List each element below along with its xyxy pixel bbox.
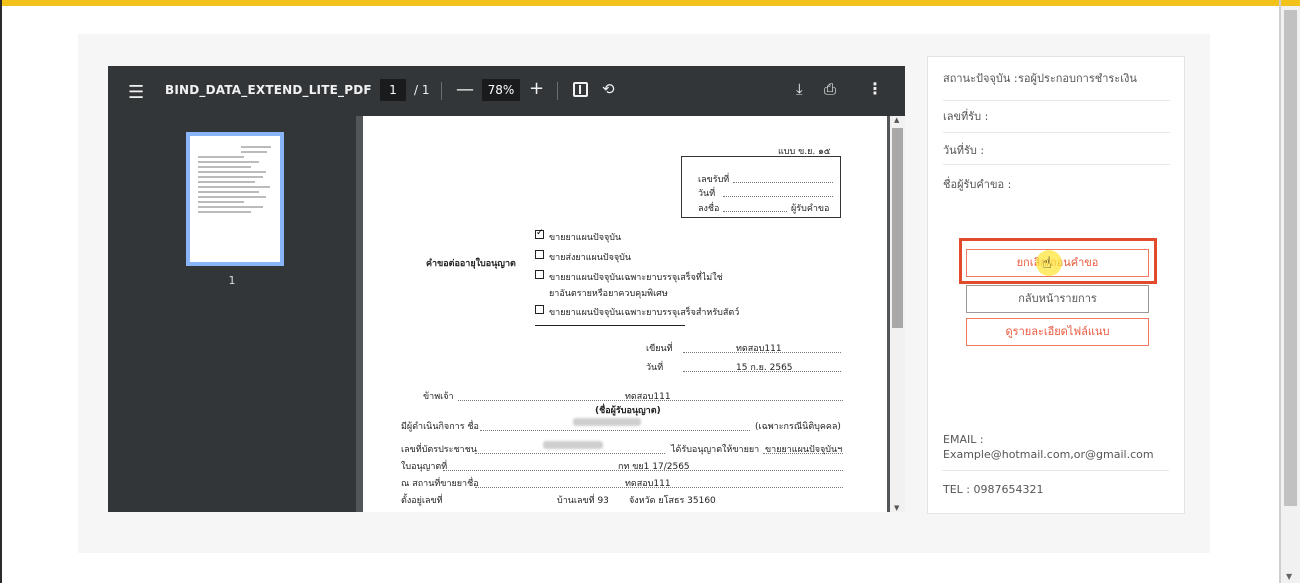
option-checkbox	[535, 270, 544, 279]
option-label-cont: ยาอันตรายหรือยาควบคุมพิเศษ	[549, 289, 668, 299]
mouse-cursor: ☝	[1036, 250, 1064, 278]
scroll-down-icon[interactable]: ▼	[1286, 572, 1292, 581]
hand-cursor-icon: ☝	[1042, 253, 1052, 272]
left-frame-border	[0, 0, 2, 583]
place-value: ทดสอบ111	[625, 479, 671, 489]
email-label: EMAIL :	[943, 433, 984, 446]
zoom-in-icon[interactable]: +	[529, 78, 544, 99]
receipt-no-label: เลขรับที่	[698, 175, 730, 185]
option-checkbox	[535, 228, 544, 239]
sign-label: ลงชื่อ	[698, 204, 720, 214]
menu-icon[interactable]: ☰	[128, 82, 144, 103]
back-to-list-button[interactable]: กลับหน้ารายการ	[966, 285, 1149, 313]
option-label: ขายยาแผนปัจจุบัน	[549, 233, 622, 243]
option-label: ขายส่งยาแผนปัจจุบัน	[549, 253, 632, 263]
print-icon[interactable]: ⎙	[824, 80, 836, 98]
status-label: สถานะปัจจุบัน :	[943, 72, 1018, 85]
contact-divider	[942, 470, 1169, 471]
toolbar-divider	[557, 82, 558, 100]
scroll-up-icon[interactable]: ▲	[894, 116, 899, 124]
house-no-label: บ้านเลขที่ 93	[557, 496, 609, 506]
pdf-scrollbar-thumb[interactable]	[892, 128, 903, 328]
pdf-viewer: ☰ BIND_DATA_EXTEND_LITE_PDF 1 / 1 — 78% …	[108, 66, 905, 512]
zoom-input[interactable]: 78%	[482, 79, 520, 101]
date2-label: วันที่	[646, 363, 664, 373]
written-at-label: เขียนที่	[646, 344, 673, 354]
redacted-operator-name	[573, 418, 641, 426]
receipt-no-line	[733, 182, 833, 183]
top-accent-bar	[0, 0, 1300, 6]
pdf-toolbar: ☰ BIND_DATA_EXTEND_LITE_PDF 1 / 1 — 78% …	[108, 66, 905, 116]
rotate-icon[interactable]: ⟲	[602, 80, 615, 98]
redacted-id-card	[543, 441, 603, 449]
option-checkbox	[535, 305, 544, 314]
licensee-caption: (ชื่อผู้รับอนุญาต)	[595, 406, 661, 416]
view-attachments-button[interactable]: ดูรายละเอียดไฟล์แนบ	[966, 318, 1149, 346]
i-label: ข้าพเจ้า	[423, 392, 454, 402]
page-number-input[interactable]: 1	[380, 79, 406, 101]
license-no-value: กท ขย1 17/2565	[618, 462, 690, 472]
pdf-scrollbar[interactable]: ▲ ▼	[890, 116, 905, 512]
thumbnail-page-number: 1	[228, 274, 236, 287]
i-value: ทดสอบ111	[625, 392, 671, 402]
sign-line	[723, 211, 787, 212]
tel-value: TEL : 0987654321	[943, 483, 1044, 496]
toolbar-divider	[441, 82, 442, 100]
thumbnail-sidebar: 1	[108, 116, 356, 512]
receiver-label: ชื่อผู้รับคำขอ :	[943, 178, 1012, 191]
receipt-date-label: วันที่	[698, 189, 716, 199]
id-card-line	[475, 453, 665, 454]
receiver-row: ชื่อผู้รับคำขอ :	[943, 175, 1170, 199]
receipt-date-row: วันที่รับ :	[943, 141, 1170, 165]
request-title: คำขอต่ออายุใบอนุญาต	[426, 259, 516, 269]
page-thumbnail[interactable]	[186, 132, 284, 266]
option-checkbox	[535, 250, 544, 259]
email-value: Example@hotmail.com,or@gmail.com	[943, 448, 1154, 461]
province-value: จังหวัด ยโสธร 35160	[629, 496, 716, 506]
thumbnail-preview-lines	[198, 146, 274, 216]
page-scrollbar[interactable]: ▼	[1281, 6, 1300, 583]
licensed-sell-value: ขายยาแผนปัจจุบันฯ	[765, 445, 843, 455]
receipt-no-row: เลขที่รับ :	[943, 107, 1170, 133]
operator-line	[480, 430, 750, 431]
receiver-label: ผู้รับคำขอ	[791, 204, 830, 214]
receipt-no-label: เลขที่รับ :	[943, 110, 989, 123]
licensed-sell-label: ได้รับอนุญาตให้ขายยา	[671, 445, 760, 455]
receipt-date-label: วันที่รับ :	[943, 144, 985, 157]
option-label: ขายยาแผนปัจจุบันเฉพาะยาบรรจุเสร็จสำหรับส…	[549, 308, 740, 318]
pdf-title: BIND_DATA_EXTEND_LITE_PDF	[165, 83, 372, 97]
download-icon[interactable]: ⤓	[796, 80, 803, 98]
status-value: รอผู้ประกอบการชำระเงิน	[1018, 72, 1137, 85]
place-label: ณ สถานที่ขายยาชื่อ	[401, 479, 479, 489]
receipt-date-line	[723, 196, 833, 197]
fit-page-icon[interactable]	[573, 82, 588, 97]
operator-label: มีผู้ดำเนินกิจการ ชื่อ	[401, 422, 479, 432]
located-label: ตั้งอยู่เลขที่	[401, 496, 443, 506]
zoom-out-icon[interactable]: —	[456, 79, 474, 100]
date2-value: 15 ก.ย. 2565	[736, 363, 793, 373]
page-total: / 1	[414, 83, 430, 97]
more-options-icon[interactable]: ⋮	[867, 79, 883, 98]
scroll-down-icon[interactable]: ▼	[894, 504, 899, 512]
option-label: ขายยาแผนปัจจุบันเฉพาะยาบรรจุเสร็จที่ไม่ใ…	[549, 273, 723, 283]
id-card-label: เลขที่บัตรประชาชน	[401, 445, 477, 455]
license-no-label: ใบอนุญาตที่	[401, 462, 448, 472]
pdf-page: แบบ ข.ย. ๑๕ เลขรับที่ วันที่ ลงชื่อ ผู้ร…	[363, 116, 887, 512]
page-scrollbar-thumb[interactable]	[1284, 10, 1297, 506]
status-row: สถานะปัจจุบัน : รอผู้ประกอบการชำระเงิน	[943, 69, 1170, 101]
section-divider	[535, 325, 685, 326]
written-at-value: ทดสอบ111	[736, 344, 782, 354]
juristic-note: (เฉพาะกรณีนิติบุคคล)	[755, 422, 841, 432]
